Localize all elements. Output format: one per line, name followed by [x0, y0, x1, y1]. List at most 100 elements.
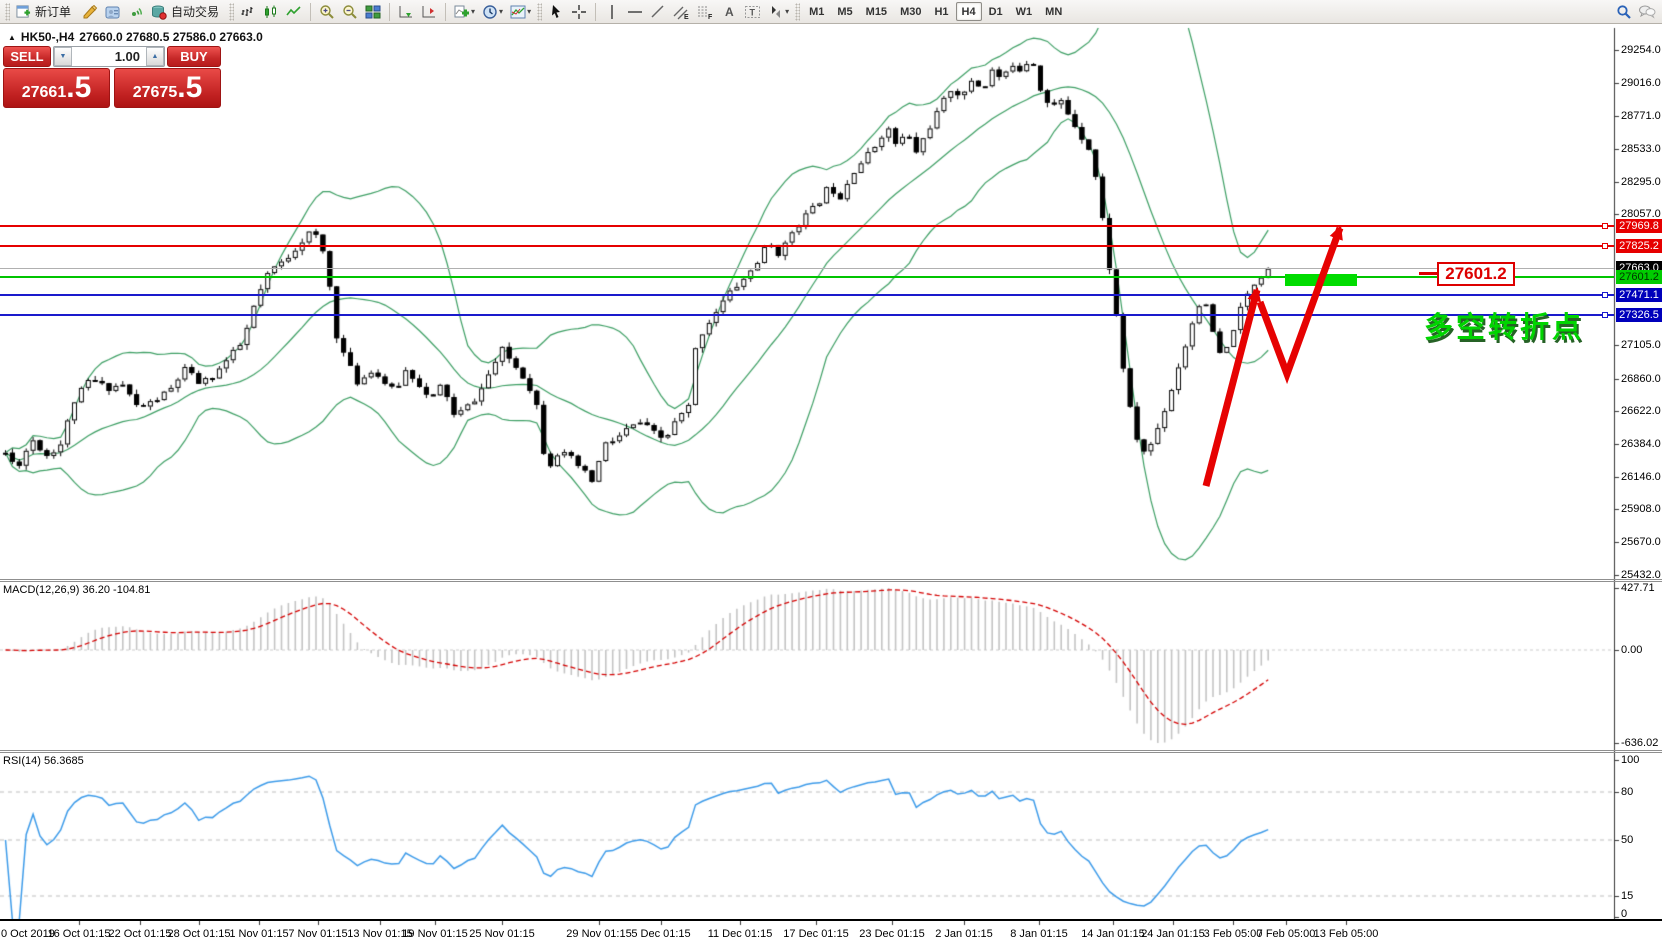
time-axis-label: 24 Jan 01:15 [1141, 928, 1205, 940]
arrows-button[interactable]: ▾ [765, 1, 792, 22]
hline-27663.0[interactable] [0, 267, 1614, 269]
templates-icon [510, 5, 526, 18]
time-axis-label: 19 Nov 01:15 [402, 928, 468, 940]
templates-dropdown[interactable]: ▾ [527, 7, 531, 16]
add-indicator-dropdown[interactable]: ▾ [471, 7, 475, 16]
sell-price-button[interactable]: 27661 .5 [3, 68, 110, 108]
toolbar-grip[interactable] [537, 2, 543, 21]
zoom-in-button[interactable] [316, 1, 338, 22]
tile-windows-button[interactable] [362, 1, 384, 22]
rsi-axis-label: 80 [1621, 786, 1634, 798]
signals-button[interactable] [125, 1, 147, 22]
price-tick-label: 27105.0 [1621, 339, 1661, 352]
macd-label: MACD(12,26,9) 36.20 -104.81 [3, 584, 151, 596]
chat-button[interactable] [1635, 1, 1659, 22]
search-button[interactable] [1613, 1, 1635, 22]
autoscroll-button[interactable] [395, 1, 417, 22]
text-button[interactable]: A [718, 1, 740, 22]
price-tag-label[interactable]: 27601.2 [1437, 262, 1515, 286]
toolbar-grip[interactable] [5, 2, 10, 21]
hline-27326.5[interactable] [0, 313, 1614, 316]
autotrading-button[interactable]: 自动交易 [148, 1, 226, 22]
buy-button[interactable]: BUY [167, 46, 221, 67]
text-label-button[interactable]: T [741, 1, 764, 22]
timeframe-m1[interactable]: M1 [803, 2, 830, 21]
chart-shift-button[interactable] [418, 1, 440, 22]
bar-chart-button[interactable] [237, 1, 259, 22]
sell-button[interactable]: SELL [3, 46, 51, 67]
pane-separator[interactable] [0, 752, 1662, 753]
volume-input[interactable] [72, 47, 146, 66]
vertical-line-button[interactable] [601, 1, 623, 22]
hline-endpoint-marker[interactable] [1602, 243, 1608, 250]
hline-27601.2[interactable] [0, 275, 1614, 278]
arrows-dropdown[interactable]: ▾ [785, 7, 789, 16]
timeframe-d1[interactable]: D1 [983, 2, 1009, 21]
toolbar-grip[interactable] [795, 2, 801, 21]
volume-decrease-button[interactable]: ▼ [54, 47, 72, 66]
hline-price-label: 27471.1 [1616, 287, 1662, 302]
time-axis-label: 23 Dec 01:15 [859, 928, 925, 940]
timeframe-mn[interactable]: MN [1039, 2, 1068, 21]
chart-area[interactable]: ▲ HK50-,H4 27660.0 27680.5 27586.0 27663… [0, 25, 1662, 944]
time-axis-label: 29 Nov 01:15 [566, 928, 632, 940]
timeframe-h4[interactable]: H4 [955, 2, 982, 21]
new-order-icon [16, 5, 31, 18]
periods-dropdown[interactable]: ▾ [499, 7, 503, 16]
time-axis-label: 16 Oct 01:15 [47, 928, 111, 940]
timeframe-m15[interactable]: M15 [860, 2, 893, 21]
time-axis-line [0, 919, 1662, 921]
svg-text:F: F [708, 14, 713, 20]
highlight-rectangle[interactable] [1285, 274, 1357, 286]
price-tick-label: 26384.0 [1621, 438, 1661, 451]
zoom-out-button[interactable] [339, 1, 361, 22]
periods-button[interactable]: ▾ [479, 1, 506, 22]
hline-27825.2[interactable] [0, 245, 1614, 248]
search-icon [1617, 4, 1631, 19]
hline-27471.1[interactable] [0, 293, 1614, 296]
chart-ohlc: 27660.0 27680.5 27586.0 27663.0 [79, 30, 263, 44]
hline-endpoint-marker[interactable] [1602, 223, 1608, 230]
metaeditor-button[interactable] [79, 1, 101, 22]
autotrading-icon [152, 5, 167, 20]
cursor-icon [552, 5, 561, 18]
equidistant-channel-button[interactable]: E [670, 1, 693, 22]
new-order-button[interactable]: 新订单 [13, 1, 78, 22]
crosshair-button[interactable] [568, 1, 590, 22]
hline-endpoint-marker[interactable] [1602, 291, 1608, 298]
fibonacci-button[interactable]: F [694, 1, 717, 22]
add-indicator-button[interactable]: ▾ [451, 1, 478, 22]
pane-separator[interactable] [0, 750, 1662, 751]
time-axis-label: 14 Jan 01:15 [1081, 928, 1145, 940]
timeframe-m30[interactable]: M30 [894, 2, 927, 21]
hline-endpoint-marker[interactable] [1602, 311, 1608, 318]
timeframe-w1[interactable]: W1 [1010, 2, 1039, 21]
volume-stepper: ▼ ▲ [53, 46, 165, 67]
price-tick-label: 26860.0 [1621, 372, 1661, 385]
macd-axis-label: -636.02 [1621, 737, 1659, 749]
timeframe-m5[interactable]: M5 [831, 2, 858, 21]
line-chart-button[interactable] [283, 1, 305, 22]
horizontal-line-button[interactable] [624, 1, 646, 22]
toolbar-grip[interactable] [229, 2, 235, 21]
templates-button[interactable]: ▾ [507, 1, 534, 22]
trendline-button[interactable] [647, 1, 669, 22]
candlestick-button[interactable] [260, 1, 282, 22]
pane-separator[interactable] [0, 581, 1662, 582]
timeframe-h1[interactable]: H1 [928, 2, 954, 21]
cursor-button[interactable] [545, 1, 567, 22]
volume-increase-button[interactable]: ▲ [146, 47, 164, 66]
fibonacci-icon: F [698, 6, 713, 20]
vertical-line-icon [611, 4, 613, 19]
pivot-annotation-text[interactable]: 多空转折点 [1424, 304, 1584, 346]
time-axis-label: 25 Nov 01:15 [469, 928, 535, 940]
time-axis-label: 28 Oct 01:15 [167, 928, 231, 940]
buy-price-button[interactable]: 27675 .5 [114, 68, 221, 108]
chart-canvas[interactable] [0, 25, 1662, 944]
hline-27969.8[interactable] [0, 225, 1614, 228]
pane-separator[interactable] [0, 579, 1662, 580]
new-order-label: 新订单 [35, 5, 72, 19]
rsi-label: RSI(14) 56.3685 [3, 755, 84, 767]
hline-price-label: 27601.2 [1616, 269, 1662, 284]
profile-button[interactable] [102, 1, 124, 22]
